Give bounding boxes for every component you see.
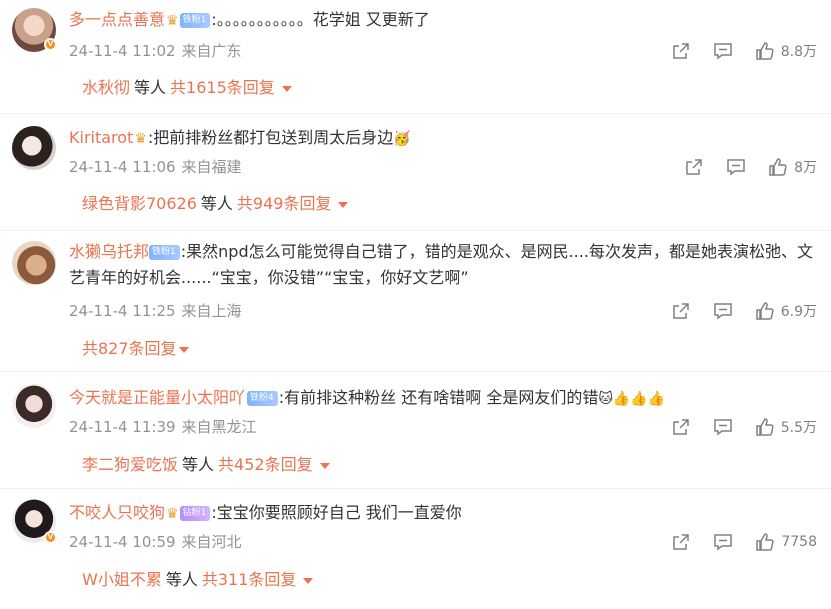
thumbs-up-icon[interactable] — [755, 532, 775, 552]
like-count: 8.8万 — [780, 44, 817, 60]
comment-item: V 多一点点善意♛ 铁粉1:。。。。。。。。。。。花学姐 又更新了 24-11-4… — [0, 0, 831, 112]
comment-icon[interactable] — [713, 301, 733, 321]
reply-total[interactable]: 共452条回复 — [218, 455, 313, 474]
comment-text: :宝宝你要照顾好自己 我们一直爱你 — [211, 503, 462, 522]
username[interactable]: 今天就是正能量小太阳吖 — [69, 388, 245, 407]
comment-date: 24-11-4 11:39 — [69, 418, 176, 436]
comment-location: 来自上海 — [181, 302, 242, 320]
comment-actions: 5.5万 — [649, 416, 817, 438]
chevron-down-icon[interactable] — [281, 85, 292, 92]
comment-text: :把前排粉丝都打包送到周太后身边 — [147, 128, 394, 147]
comment-line: 今天就是正能量小太阳吖 铁粉4:有前排这种粉丝 还有啥错啊 全是网友们的错🐱👍👍👍 — [69, 385, 817, 412]
share-icon[interactable] — [671, 417, 691, 437]
username[interactable]: Kiritarot — [69, 128, 133, 147]
comment-line: 水獭乌托邦 铁粉1:果然npd怎么可能觉得自己错了，错的是观众、是网民....每次… — [69, 239, 817, 291]
fan-badge: 铁粉1 — [149, 245, 180, 260]
comment-meta: 24-11-4 11:06 来自福建 — [69, 156, 242, 178]
crown-icon: ♛ — [166, 505, 179, 522]
reply-total[interactable]: 共827条回复 — [82, 339, 177, 358]
verified-badge-icon: V — [44, 531, 57, 544]
chevron-down-icon[interactable] — [319, 462, 330, 469]
chevron-down-icon[interactable] — [303, 577, 314, 584]
comment-item: V 不咬人只咬狗♛ 钻粉1:宝宝你要照顾好自己 我们一直爱你 24-11-4 10… — [0, 488, 831, 609]
username[interactable]: 不咬人只咬狗 — [69, 503, 165, 522]
comment-icon[interactable] — [713, 532, 733, 552]
like-count: 8万 — [794, 160, 817, 176]
share-icon[interactable] — [684, 157, 704, 177]
reply-summary[interactable]: 李二狗爱吃饭 等人 共452条回复 — [82, 453, 330, 477]
comment-date: 24-11-4 11:06 — [69, 158, 176, 176]
comment-meta: 24-11-4 10:59 来自河北 — [69, 531, 242, 553]
like-count: 5.5万 — [780, 420, 817, 436]
avatar[interactable] — [12, 241, 56, 285]
chevron-down-icon[interactable] — [338, 201, 349, 208]
comment-icon[interactable] — [726, 157, 746, 177]
fan-badge: 铁粉1 — [179, 13, 211, 28]
comment-location: 来自广东 — [181, 42, 242, 60]
like-count: 6.9万 — [780, 304, 817, 320]
comment-item: 水獭乌托邦 铁粉1:果然npd怎么可能觉得自己错了，错的是观众、是网民....每次… — [0, 230, 831, 370]
emoji: 🥳 — [393, 130, 411, 147]
reply-mid: 等人 — [200, 194, 233, 213]
reply-user[interactable]: 水秋彻 — [82, 78, 130, 97]
comment-location: 来自河北 — [181, 533, 242, 551]
reply-summary[interactable]: 绿色背影70626 等人 共949条回复 — [82, 192, 349, 216]
avatar[interactable] — [12, 126, 56, 170]
comment-date: 24-11-4 11:02 — [69, 42, 176, 60]
thumbs-up-icon[interactable] — [755, 417, 775, 437]
comment-location: 来自福建 — [181, 158, 242, 176]
reply-summary[interactable]: W小姐不累 等人 共311条回复 — [82, 568, 314, 592]
reply-mid: 等人 — [182, 455, 215, 474]
comment-item: 今天就是正能量小太阳吖 铁粉4:有前排这种粉丝 还有啥错啊 全是网友们的错🐱👍👍👍… — [0, 371, 831, 487]
share-icon[interactable] — [671, 41, 691, 61]
like-count: 7758 — [781, 534, 817, 550]
comment-meta: 24-11-4 11:39 来自黑龙江 — [69, 416, 257, 438]
comment-line: Kiritarot♛:把前排粉丝都打包送到周太后身边🥳 — [69, 125, 817, 152]
comment-location: 来自黑龙江 — [181, 418, 257, 436]
username[interactable]: 水獭乌托邦 — [69, 242, 149, 261]
share-icon[interactable] — [671, 301, 691, 321]
comment-text: :。。。。。。。。。。。花学姐 又更新了 — [211, 10, 430, 29]
comment-date: 24-11-4 11:25 — [69, 302, 176, 320]
reply-user[interactable]: 绿色背影70626 — [82, 194, 197, 213]
chevron-down-icon[interactable] — [178, 346, 189, 353]
reply-user[interactable]: W小姐不累 — [82, 570, 162, 589]
comment-date: 24-11-4 10:59 — [69, 533, 176, 551]
crown-icon: ♛ — [166, 12, 179, 29]
thumbs-up-icon[interactable] — [755, 41, 775, 61]
reply-total[interactable]: 共311条回复 — [202, 570, 297, 589]
reply-user[interactable]: 李二狗爱吃饭 — [82, 455, 178, 474]
comment-actions: 8万 — [662, 156, 817, 178]
emoji: 🐱👍👍👍 — [598, 390, 666, 407]
crown-icon: ♛ — [134, 130, 147, 147]
reply-total[interactable]: 共949条回复 — [237, 194, 332, 213]
comment-actions: 7758 — [649, 531, 817, 553]
comment-item: Kiritarot♛:把前排粉丝都打包送到周太后身边🥳 24-11-4 11:0… — [0, 113, 831, 229]
reply-mid: 等人 — [134, 78, 167, 97]
username[interactable]: 多一点点善意 — [69, 10, 165, 29]
comment-icon[interactable] — [713, 417, 733, 437]
reply-summary[interactable]: 水秋彻 等人 共1615条回复 — [82, 76, 292, 100]
avatar[interactable] — [12, 384, 56, 428]
thumbs-up-icon[interactable] — [768, 157, 788, 177]
comment-icon[interactable] — [713, 41, 733, 61]
reply-total[interactable]: 共1615条回复 — [170, 78, 275, 97]
verified-badge-icon: V — [44, 38, 57, 51]
comment-line: 多一点点善意♛ 铁粉1:。。。。。。。。。。。花学姐 又更新了 — [69, 7, 817, 34]
thumbs-up-icon[interactable] — [755, 301, 775, 321]
comment-line: 不咬人只咬狗♛ 钻粉1:宝宝你要照顾好自己 我们一直爱你 — [69, 500, 817, 527]
comment-text: :果然npd怎么可能觉得自己错了，错的是观众、是网民....每次发声，都是她表演… — [69, 242, 813, 287]
comment-meta: 24-11-4 11:02 来自广东 — [69, 40, 242, 62]
reply-mid: 等人 — [165, 570, 198, 589]
comment-actions: 8.8万 — [649, 40, 817, 62]
comment-meta: 24-11-4 11:25 来自上海 — [69, 300, 242, 322]
reply-summary[interactable]: 共827条回复 — [82, 337, 189, 361]
comment-actions: 6.9万 — [649, 300, 817, 322]
comment-text: :有前排这种粉丝 还有啥错啊 全是网友们的错 — [278, 388, 599, 407]
fan-badge: 铁粉4 — [247, 391, 278, 406]
share-icon[interactable] — [671, 532, 691, 552]
fan-badge: 钻粉1 — [179, 506, 211, 521]
